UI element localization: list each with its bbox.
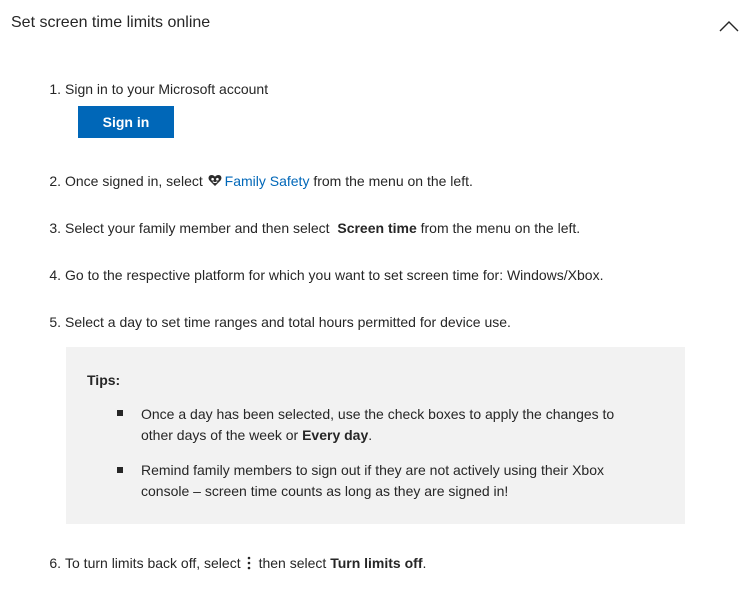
tip-item: Once a day has been selected, use the ch… — [141, 404, 641, 446]
more-vertical-icon[interactable] — [247, 555, 251, 571]
tip-item: Remind family members to sign out if the… — [141, 460, 641, 502]
step-number: 3. — [49, 220, 61, 236]
tips-box: Tips: Once a day has been selected, use … — [66, 347, 685, 524]
step-text: Select your family member and then selec… — [65, 220, 330, 236]
step-content: To turn limits back off, select then sele… — [65, 554, 426, 572]
step-text: then select — [258, 555, 327, 571]
step-number: 1. — [49, 81, 61, 97]
step-text: Select a day to set time ranges and tota… — [65, 314, 511, 330]
step-text: from the menu on the left. — [313, 173, 473, 189]
step-content: Once signed in, select Family Safety fro… — [65, 172, 473, 190]
step-text: from the menu on the left. — [420, 220, 581, 236]
step-text: Once signed in, select — [65, 173, 203, 189]
family-heart-icon — [208, 173, 222, 186]
screen-time-label: Screen time — [337, 220, 417, 236]
tip-text: Remind family members to sign out if the… — [141, 462, 604, 499]
step-content: Select your family member and then selec… — [65, 219, 580, 237]
page-title: Set screen time limits online — [11, 14, 211, 31]
step-text: . — [422, 555, 427, 571]
sign-in-button[interactable]: Sign in — [78, 106, 174, 138]
bullet-icon — [117, 410, 123, 416]
step-number: 6. — [49, 555, 61, 571]
step-number: 2. — [49, 173, 61, 189]
step-text: Sign in to your Microsoft account — [65, 81, 269, 97]
bullet-icon — [117, 467, 123, 473]
family-safety-link[interactable]: Family Safety — [225, 173, 310, 189]
step-number: 4. — [49, 267, 61, 283]
turn-limits-off-label: Turn limits off — [330, 555, 423, 571]
tip-text: Once a day has been selected, use the ch… — [141, 406, 615, 443]
step-text: Go to the respective platform for which … — [65, 267, 604, 283]
tip-text: . — [368, 427, 373, 443]
collapse-button[interactable] — [714, 12, 744, 38]
step-text: To turn limits back off, select — [65, 555, 241, 571]
every-day-label: Every day — [302, 427, 369, 443]
step-number: 5. — [49, 314, 61, 330]
chevron-up-icon — [719, 21, 739, 32]
tips-label: Tips: — [87, 372, 121, 388]
